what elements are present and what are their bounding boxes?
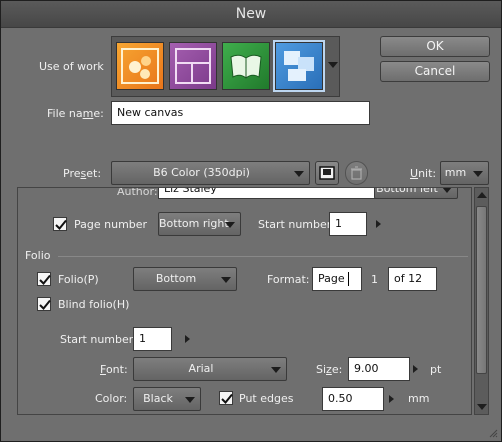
size-increment-icon[interactable]: [413, 365, 418, 373]
save-preset-button[interactable]: [315, 161, 339, 185]
folio-start-input[interactable]: 1: [133, 327, 172, 351]
folio-position-dropdown[interactable]: Bottom: [133, 267, 237, 291]
chevron-down-icon: [473, 171, 483, 177]
illustration-icon[interactable]: [116, 42, 164, 90]
folio-start-increment-icon[interactable]: [185, 335, 190, 343]
use-of-work-more-button[interactable]: [326, 37, 340, 96]
edges-unit: mm: [408, 392, 430, 405]
ok-button[interactable]: OK: [380, 36, 490, 57]
start-number-increment-icon[interactable]: [376, 220, 381, 228]
file-name-label: File name:: [47, 107, 104, 120]
settings-scrollbar[interactable]: [474, 187, 489, 415]
delete-preset-button[interactable]: [345, 161, 368, 185]
comic-icon[interactable]: [169, 42, 217, 90]
use-of-work-label: Use of work: [39, 60, 104, 73]
author-input[interactable]: Liz Staley: [158, 188, 383, 199]
checkmark-icon: [55, 219, 67, 230]
folio-start-label: Start number:: [60, 333, 137, 346]
size-input[interactable]: 9.00: [348, 357, 410, 381]
put-edges-label: Put edges: [239, 392, 294, 405]
page-number-checkbox[interactable]: [53, 217, 67, 231]
unit-dropdown[interactable]: mm: [440, 161, 489, 185]
format-prefix-value: Page: [318, 272, 345, 285]
use-of-work-selector: [111, 36, 340, 97]
author-position-value: Bottom left: [376, 187, 438, 195]
scroll-down-icon[interactable]: [477, 404, 487, 410]
preset-value: B6 Color (350dpi): [153, 166, 250, 179]
put-edges-checkbox[interactable]: [219, 391, 233, 405]
text-cursor: [347, 272, 349, 286]
page-number-position-value: Bottom right: [159, 217, 229, 230]
save-preset-icon: [319, 166, 335, 180]
checkmark-icon: [39, 274, 51, 285]
new-canvas-dialog: New Use of work OK Cancel File name: New…: [0, 0, 502, 442]
page-number-position-dropdown[interactable]: Bottom right: [158, 212, 241, 236]
scroll-thumb[interactable]: [476, 206, 487, 374]
chevron-down-icon: [221, 277, 231, 283]
format-label: Format:: [267, 273, 310, 286]
preset-label: Preset:: [63, 167, 102, 180]
cancel-button[interactable]: Cancel: [380, 61, 490, 82]
resize-grip-icon[interactable]: [488, 428, 498, 438]
page-number-label: Page number: [74, 218, 148, 231]
chevron-down-icon: [328, 62, 338, 68]
chevron-down-icon: [271, 367, 281, 373]
color-label: Color:: [95, 392, 128, 405]
format-suffix-input[interactable]: of 12: [388, 267, 437, 291]
chevron-down-icon: [442, 188, 452, 193]
chevron-down-icon: [225, 222, 235, 228]
author-position-dropdown[interactable]: Bottom left: [374, 187, 458, 199]
size-label: Size:: [316, 363, 343, 376]
blind-folio-label: Blind folio(H): [58, 298, 130, 311]
animation-icon[interactable]: [273, 40, 325, 92]
size-unit: pt: [430, 363, 442, 376]
book-icon[interactable]: [222, 42, 270, 90]
dialog-title: New: [1, 1, 501, 28]
folio-position-value: Bottom: [155, 272, 197, 285]
chevron-down-icon: [185, 397, 195, 403]
font-label: Font:: [100, 363, 128, 376]
folio-separator: [58, 256, 468, 257]
font-value: Arial: [188, 362, 214, 375]
format-number: 1: [371, 273, 378, 286]
unit-value: mm: [444, 166, 467, 179]
color-dropdown[interactable]: Black: [133, 387, 201, 411]
author-label: Author:: [117, 187, 158, 198]
page-number-start-label: Start number:: [258, 218, 335, 231]
trash-icon: [351, 166, 362, 180]
folio-label: Folio(P): [58, 273, 99, 286]
edges-increment-icon[interactable]: [389, 395, 394, 403]
blind-folio-checkbox[interactable]: [37, 297, 51, 311]
folio-section-label: Folio: [25, 249, 51, 262]
format-prefix-input[interactable]: Page: [312, 267, 362, 291]
scroll-up-icon[interactable]: [477, 192, 487, 198]
folio-checkbox[interactable]: [37, 272, 51, 286]
settings-panel[interactable]: Author: Liz Staley Bottom left Page numb…: [17, 187, 472, 415]
edges-width-input[interactable]: 0.50: [322, 387, 384, 411]
file-name-input[interactable]: New canvas: [111, 101, 370, 125]
color-value: Black: [143, 392, 173, 405]
preset-dropdown[interactable]: B6 Color (350dpi): [111, 161, 310, 185]
checkmark-icon: [39, 299, 51, 310]
chevron-down-icon: [294, 171, 304, 177]
checkmark-icon: [221, 393, 233, 404]
font-dropdown[interactable]: Arial: [133, 357, 287, 381]
page-number-start-input[interactable]: 1: [329, 212, 367, 236]
unit-label: Unit:: [410, 167, 437, 180]
